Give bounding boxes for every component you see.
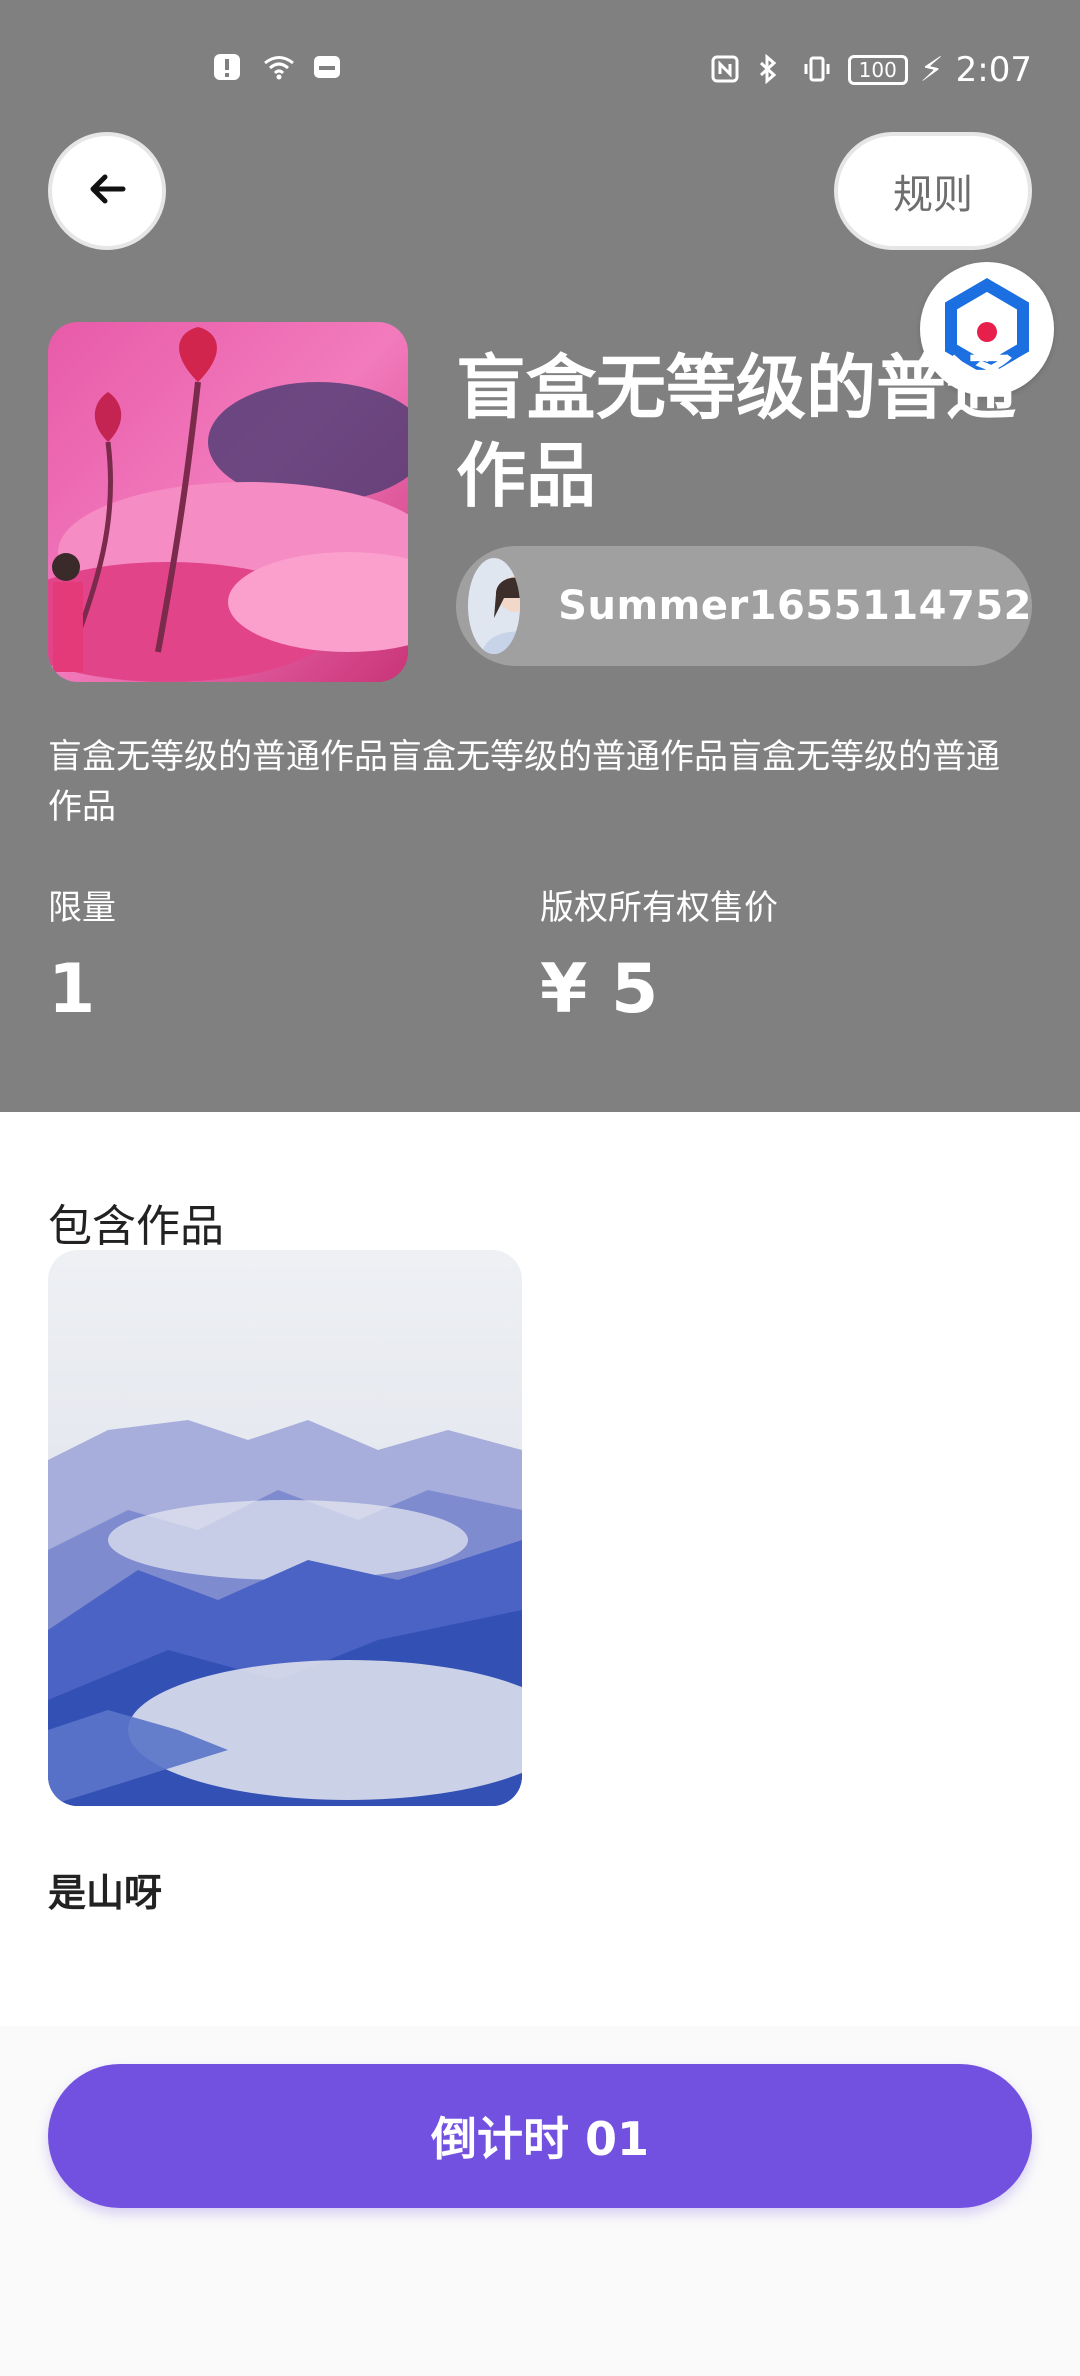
charging-icon: ⚡ <box>919 50 944 90</box>
vibrate-icon <box>802 53 836 87</box>
limit-value: 1 <box>48 950 96 1029</box>
work-name: 是山呀 <box>48 1871 163 1915</box>
wifi-icon <box>262 52 296 86</box>
rules-button[interactable]: 规则 <box>834 132 1032 250</box>
clock: 2:07 <box>955 50 1032 90</box>
status-left <box>212 52 346 86</box>
nfc-icon <box>710 53 744 87</box>
alert-icon <box>212 52 246 86</box>
status-bar: 100 ⚡ 2:07 <box>0 0 1080 130</box>
limit-label: 限量 <box>48 888 116 928</box>
creator-profile[interactable]: V Summer1655114752 <box>456 546 1032 666</box>
section-title-included-works: 包含作品 <box>48 1201 224 1252</box>
sim-icon <box>312 52 346 86</box>
blindbox-title: 盲盒无等级的普通作品 <box>456 347 1016 517</box>
countdown-button[interactable]: 倒计时 01 <box>48 2064 1032 2208</box>
back-arrow-icon <box>85 167 129 215</box>
creator-avatar: V <box>468 558 521 654</box>
bluetooth-icon <box>756 53 790 87</box>
price-value: ¥ 5 <box>540 950 659 1029</box>
creator-name: Summer1655114752 <box>558 583 1032 629</box>
blindbox-cover-image <box>48 322 408 682</box>
battery-indicator: 100 <box>847 55 908 85</box>
price-label: 版权所有权售价 <box>540 888 778 928</box>
work-image[interactable] <box>48 1250 522 1806</box>
blindbox-description: 盲盒无等级的普通作品盲盒无等级的普通作品盲盒无等级的普通作品 <box>48 737 1000 827</box>
back-button[interactable] <box>48 132 166 250</box>
status-right: 100 ⚡ 2:07 <box>710 50 1032 90</box>
